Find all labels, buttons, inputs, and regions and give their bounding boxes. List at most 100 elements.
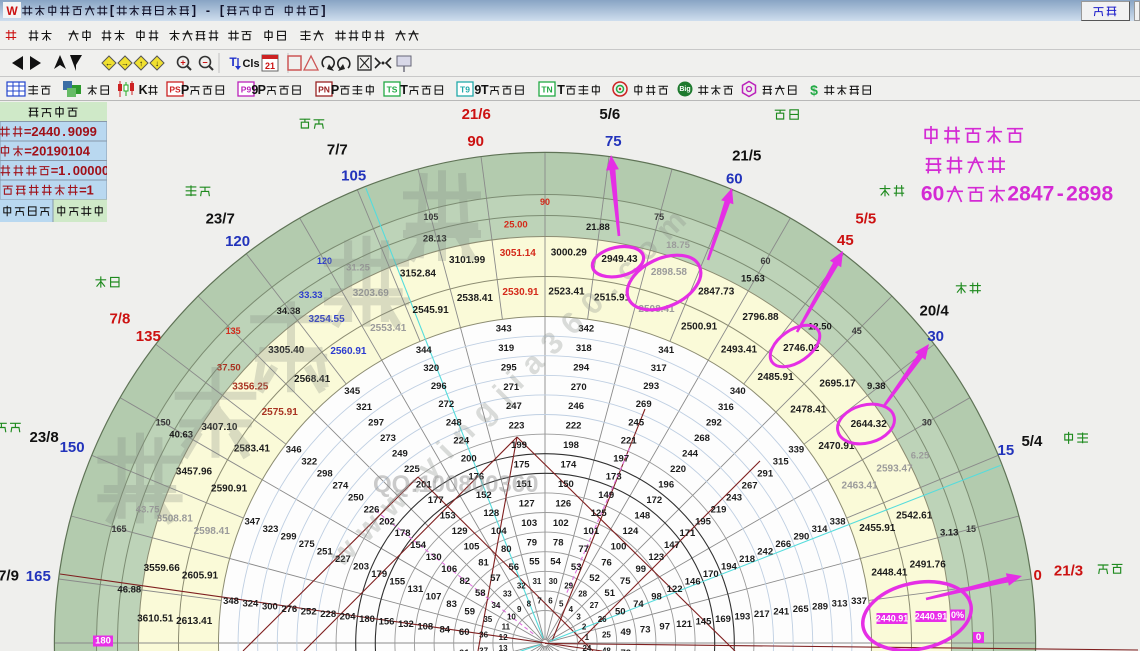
svg-text:54: 54 <box>550 557 561 568</box>
svg-text:.: . <box>67 163 71 178</box>
svg-text:TS: TS <box>387 85 398 95</box>
svg-text:20/4: 20/4 <box>919 303 949 320</box>
svg-text:101: 101 <box>583 526 600 537</box>
svg-text:83: 83 <box>446 599 457 610</box>
svg-text:2493.41: 2493.41 <box>721 344 758 355</box>
svg-text:7/9: 7/9 <box>0 568 19 585</box>
svg-text:2644.32: 2644.32 <box>851 419 888 430</box>
svg-text:$: $ <box>810 82 818 98</box>
svg-text:4: 4 <box>569 605 574 614</box>
svg-text:81: 81 <box>478 557 489 568</box>
svg-text:274: 274 <box>332 481 349 492</box>
svg-text:77: 77 <box>578 544 589 555</box>
svg-text:15: 15 <box>998 442 1015 459</box>
svg-text:10: 10 <box>507 613 516 622</box>
svg-text:228: 228 <box>320 609 336 620</box>
svg-text:2898.58: 2898.58 <box>651 267 688 278</box>
svg-text:300: 300 <box>262 601 278 612</box>
svg-text:45: 45 <box>837 232 854 249</box>
svg-text:7: 7 <box>1043 183 1055 206</box>
svg-text:197: 197 <box>613 454 629 465</box>
svg-text:53: 53 <box>571 562 582 573</box>
svg-text:0: 0 <box>933 183 945 206</box>
svg-text:171: 171 <box>679 528 696 539</box>
svg-text:1: 1 <box>68 144 75 159</box>
svg-text:126: 126 <box>555 498 571 509</box>
svg-text:246: 246 <box>568 401 584 412</box>
svg-text:148: 148 <box>634 511 650 522</box>
svg-text:125: 125 <box>591 508 608 519</box>
svg-text:↑: ↑ <box>139 59 143 68</box>
svg-text:132: 132 <box>398 619 414 630</box>
svg-text:276: 276 <box>281 604 297 615</box>
svg-text:165: 165 <box>111 524 126 534</box>
svg-text:4: 4 <box>1031 183 1043 206</box>
svg-text:37: 37 <box>479 647 488 651</box>
svg-text:108: 108 <box>417 622 433 633</box>
svg-text:154: 154 <box>410 540 427 551</box>
svg-text:105: 105 <box>341 168 366 185</box>
svg-text:9: 9 <box>68 124 75 139</box>
svg-text:21/5: 21/5 <box>732 148 761 165</box>
svg-text:29: 29 <box>564 581 573 590</box>
svg-text:339: 339 <box>788 445 804 456</box>
svg-text:79: 79 <box>527 537 538 548</box>
svg-text:2463.41: 2463.41 <box>842 481 879 492</box>
svg-text:60: 60 <box>760 256 770 266</box>
svg-text:2485.91: 2485.91 <box>758 372 795 383</box>
svg-text:267: 267 <box>742 481 758 492</box>
svg-text:11: 11 <box>502 622 511 631</box>
svg-text:316: 316 <box>718 402 734 413</box>
svg-text:2560.91: 2560.91 <box>330 346 367 357</box>
svg-text:340: 340 <box>730 386 746 397</box>
svg-text:35: 35 <box>483 615 492 624</box>
svg-text:0: 0 <box>39 144 46 159</box>
svg-text:3559.66: 3559.66 <box>144 563 181 574</box>
svg-text:PS: PS <box>169 85 181 95</box>
svg-text:221: 221 <box>621 435 638 446</box>
svg-text:.: . <box>62 124 66 139</box>
svg-text:2: 2 <box>32 144 39 159</box>
svg-text:K: K <box>139 83 148 97</box>
svg-text:75: 75 <box>605 133 622 150</box>
svg-text:2478.41: 2478.41 <box>790 405 827 416</box>
svg-text:147: 147 <box>664 540 680 551</box>
svg-text:315: 315 <box>773 457 790 468</box>
svg-text:322: 322 <box>301 457 317 468</box>
svg-text:60: 60 <box>459 627 470 638</box>
svg-text:Cls: Cls <box>242 58 259 70</box>
svg-text:2440.91: 2440.91 <box>915 612 948 622</box>
svg-text:32: 32 <box>517 581 526 590</box>
svg-text:23/8: 23/8 <box>29 429 58 446</box>
svg-text:198: 198 <box>563 440 579 451</box>
svg-text:33.33: 33.33 <box>299 290 323 301</box>
svg-text:250: 250 <box>348 492 364 503</box>
svg-text:130: 130 <box>426 552 442 563</box>
svg-text:9: 9 <box>90 124 97 139</box>
svg-text:174: 174 <box>560 460 577 471</box>
svg-text:6.25: 6.25 <box>911 451 930 462</box>
svg-text:318: 318 <box>576 343 592 354</box>
svg-text:107: 107 <box>426 591 442 602</box>
svg-text:26: 26 <box>598 615 607 624</box>
svg-text:2448.41: 2448.41 <box>871 567 908 578</box>
svg-text:275: 275 <box>299 539 316 550</box>
svg-text:323: 323 <box>263 524 279 535</box>
svg-text:123: 123 <box>648 552 664 563</box>
svg-text:346: 346 <box>286 445 302 456</box>
svg-text:100: 100 <box>611 542 627 553</box>
svg-text:343: 343 <box>496 324 512 335</box>
svg-text:]: ] <box>192 4 196 18</box>
svg-text:0: 0 <box>95 163 102 178</box>
svg-text:3152.84: 3152.84 <box>400 268 437 279</box>
svg-text:218: 218 <box>739 554 755 565</box>
svg-text:99: 99 <box>636 564 647 575</box>
svg-text:2455.91: 2455.91 <box>859 523 896 534</box>
svg-text:156: 156 <box>379 617 395 628</box>
svg-text:6: 6 <box>548 597 553 606</box>
svg-text:317: 317 <box>651 363 667 374</box>
svg-text:242: 242 <box>757 546 773 557</box>
svg-text:TN: TN <box>541 85 552 95</box>
svg-text:0: 0 <box>1034 567 1042 584</box>
svg-text:9: 9 <box>82 124 89 139</box>
